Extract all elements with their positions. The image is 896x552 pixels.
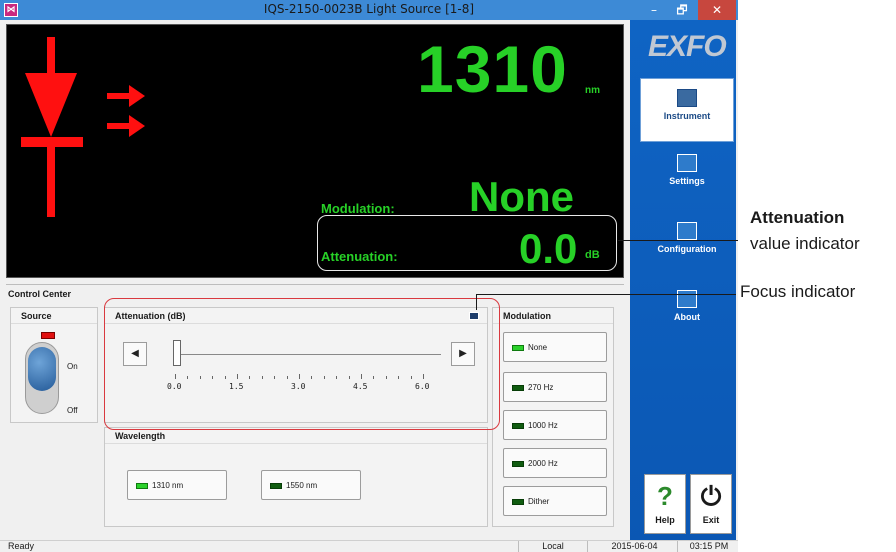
- nav-instrument[interactable]: Instrument: [640, 78, 734, 142]
- modulation-title: Modulation: [493, 308, 613, 324]
- wavelength-1550-button[interactable]: 1550 nm: [261, 470, 361, 500]
- readout-display: 1310 nm Modulation: None Attenuation: 0.…: [6, 24, 624, 278]
- modulation-none-label: None: [528, 343, 548, 352]
- attenuation-callout-title: Attenuation: [750, 208, 845, 227]
- modulation-dither-led: [512, 499, 524, 505]
- attenuation-readout: 0.0: [519, 225, 578, 272]
- wavelength-readout: 1310: [417, 32, 568, 106]
- attenuation-callout-subtitle: value indicator: [750, 234, 860, 253]
- focus-callout-vline: [476, 294, 477, 310]
- status-text: Ready: [8, 541, 35, 551]
- minimize-button[interactable]: –: [640, 0, 668, 20]
- modulation-1000-label: 1000 Hz: [528, 421, 558, 430]
- control-center-title: Control Center: [8, 289, 71, 299]
- nav-about[interactable]: About: [640, 280, 734, 344]
- status-date: 2015-06-04: [592, 541, 678, 552]
- toggle-knob[interactable]: [28, 347, 56, 391]
- laser-diode-icon: [21, 37, 145, 217]
- source-on-label: On: [67, 362, 78, 371]
- modulation-none-button[interactable]: None: [503, 332, 607, 362]
- nav-configuration-label: Configuration: [657, 244, 717, 254]
- modulation-panel: Modulation None 270 Hz 1000 Hz 2000 Hz D…: [492, 307, 614, 527]
- nav-about-label: About: [674, 312, 700, 322]
- instrument-icon: [677, 89, 697, 107]
- maximize-button[interactable]: 🗗: [668, 0, 696, 20]
- focus-callout-line: [476, 294, 736, 295]
- modulation-1000-button[interactable]: 1000 Hz: [503, 410, 607, 440]
- title-bar: ⋈ IQS-2150-0023B Light Source [1-8] – 🗗 …: [0, 0, 738, 20]
- source-panel: Source On Off: [10, 307, 98, 423]
- status-time: 03:15 PM: [689, 541, 729, 551]
- configuration-icon: [677, 222, 697, 240]
- attenuation-unit: dB: [585, 249, 600, 261]
- about-book-icon: [677, 290, 697, 308]
- modulation-dither-button[interactable]: Dither: [503, 486, 607, 516]
- source-led: [41, 332, 55, 339]
- nav-settings[interactable]: Settings: [640, 144, 734, 208]
- modulation-none-led: [512, 345, 524, 351]
- modulation-2000-button[interactable]: 2000 Hz: [503, 448, 607, 478]
- source-off-label: Off: [67, 406, 78, 415]
- attenuation-callout-line: [618, 240, 738, 241]
- nav-settings-label: Settings: [669, 176, 705, 186]
- wavelength-1310-label: 1310 nm: [152, 481, 184, 490]
- wavelength-1550-label: 1550 nm: [286, 481, 318, 490]
- modulation-dither-label: Dither: [528, 497, 550, 506]
- nav-configuration[interactable]: Configuration: [640, 212, 734, 276]
- modulation-270-label: 270 Hz: [528, 383, 554, 392]
- help-icon: ?: [657, 481, 673, 511]
- wavelength-title: Wavelength: [105, 428, 487, 444]
- modulation-270-led: [512, 385, 524, 391]
- exit-label: Exit: [702, 515, 720, 525]
- wavelength-panel: Wavelength 1310 nm 1550 nm: [104, 427, 488, 527]
- settings-icon: [677, 154, 697, 172]
- sidebar: EXFO Instrument Settings Configuration A…: [630, 20, 736, 544]
- modulation-readout: None: [469, 173, 574, 220]
- close-button[interactable]: ✕: [698, 0, 736, 20]
- exfo-logo: EXFO: [648, 30, 727, 63]
- modulation-270-button[interactable]: 270 Hz: [503, 372, 607, 402]
- modulation-2000-label: 2000 Hz: [528, 459, 558, 468]
- modulation-1000-led: [512, 423, 524, 429]
- attenuation-label: Attenuation:: [321, 249, 398, 264]
- source-title: Source: [11, 308, 97, 324]
- help-label: Help: [655, 515, 675, 525]
- window-title: IQS-2150-0023B Light Source [1-8]: [263, 2, 475, 16]
- wavelength-1310-button[interactable]: 1310 nm: [127, 470, 227, 500]
- help-button[interactable]: ? Help: [644, 474, 686, 534]
- modulation-label: Modulation:: [321, 201, 395, 216]
- wavelength-1550-led: [270, 483, 282, 489]
- attenuation-focus-outline: [104, 298, 500, 430]
- status-bar: Ready Local 2015-06-04 03:15 PM: [0, 540, 738, 552]
- focus-callout-text: Focus indicator: [740, 282, 856, 301]
- nav-instrument-label: Instrument: [663, 111, 711, 121]
- modulation-2000-led: [512, 461, 524, 467]
- app-window: ⋈ IQS-2150-0023B Light Source [1-8] – 🗗 …: [0, 0, 738, 552]
- status-mode: Local: [518, 541, 588, 552]
- screen: { "window": { "title": "IQS-2150-0023B L…: [0, 0, 896, 552]
- exit-button[interactable]: ⏻ Exit: [690, 474, 732, 534]
- wavelength-unit: nm: [585, 85, 600, 96]
- wavelength-1310-led: [136, 483, 148, 489]
- source-toggle[interactable]: [25, 342, 59, 414]
- power-icon: ⏻: [700, 481, 722, 511]
